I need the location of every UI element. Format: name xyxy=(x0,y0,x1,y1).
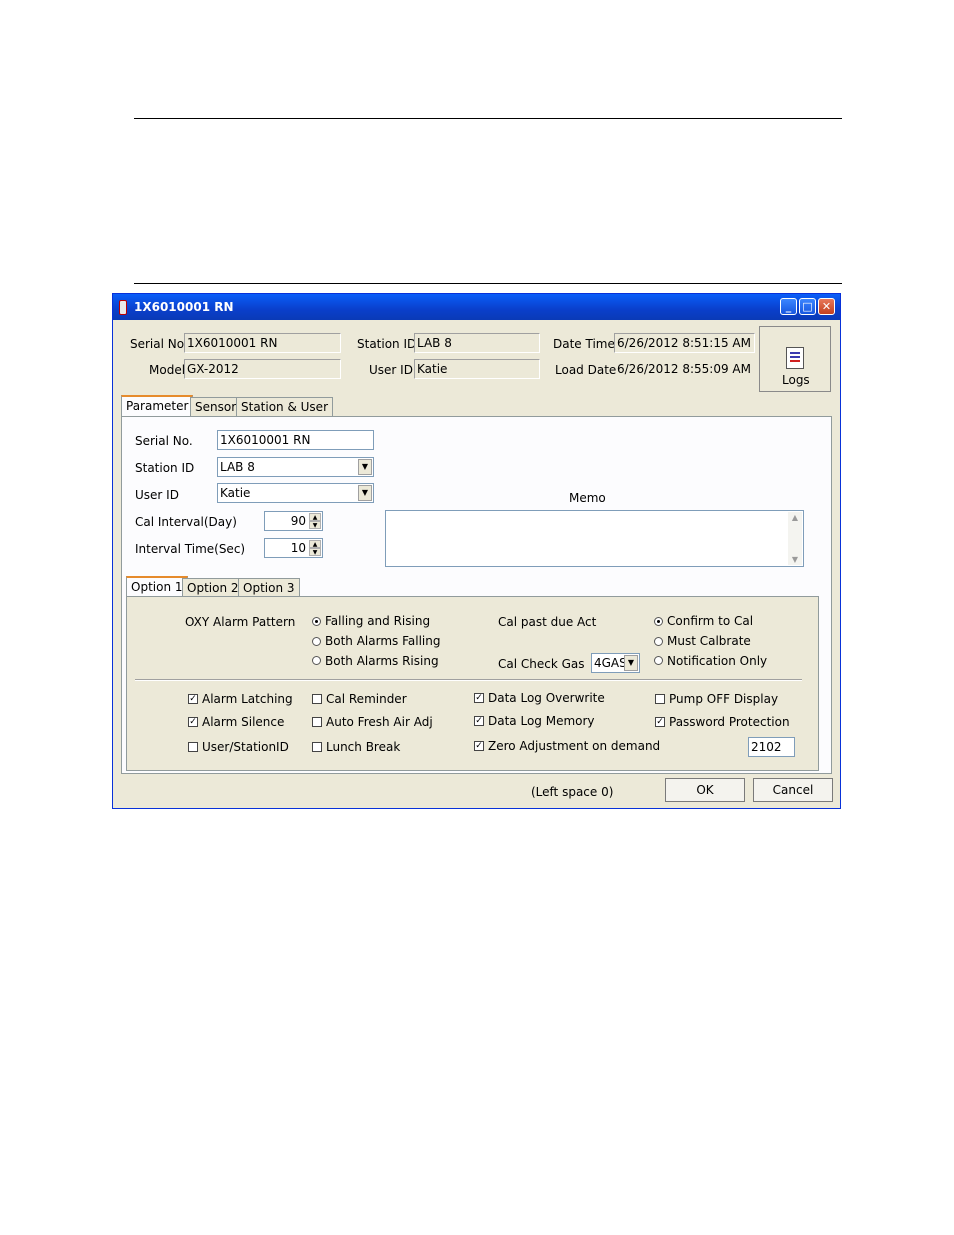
header-loaddate-value: 6/26/2012 8:55:09 AM xyxy=(617,362,751,376)
checkbox-label: Alarm Latching xyxy=(202,692,293,706)
logs-label: Logs xyxy=(782,373,810,387)
param-user-select[interactable]: Katie ▼ xyxy=(217,483,374,503)
checkbox-label: Zero Adjustment on demand xyxy=(488,739,661,753)
user-station-id-checkbox[interactable] xyxy=(188,742,198,752)
cal-interval-label: Cal Interval(Day) xyxy=(135,515,237,529)
cal-past-option-label: Notification Only xyxy=(667,654,768,668)
checkbox-label: Data Log Memory xyxy=(488,714,595,728)
lunch-break-checkbox[interactable] xyxy=(312,742,322,752)
top-rule-2 xyxy=(134,283,842,284)
memo-scrollbar[interactable] xyxy=(788,512,802,565)
header-user-label: User ID xyxy=(369,363,413,377)
cal-past-due-label: Cal past due Act xyxy=(498,615,597,629)
interval-time-stepper[interactable]: 10 ▲ ▼ xyxy=(264,538,323,558)
oxy-radio-both-falling[interactable] xyxy=(312,637,321,646)
param-serial-label: Serial No. xyxy=(135,434,193,448)
oxy-alarm-label: OXY Alarm Pattern xyxy=(185,615,296,629)
ok-button[interactable]: OK xyxy=(665,778,745,802)
cal-check-gas-select[interactable]: 4GAS ▼ xyxy=(591,653,640,673)
param-station-label: Station ID xyxy=(135,461,195,475)
checkbox-label: Data Log Overwrite xyxy=(488,691,605,705)
pump-off-display-checkbox[interactable] xyxy=(655,694,665,704)
header-station-label: Station ID xyxy=(357,337,417,351)
cancel-button[interactable]: Cancel xyxy=(753,778,833,802)
chevron-down-icon[interactable]: ▼ xyxy=(358,485,372,501)
param-serial-input[interactable]: 1X6010001 RN xyxy=(217,430,374,450)
memo-textarea[interactable] xyxy=(385,510,804,567)
cal-interval-stepper[interactable]: 90 ▲ ▼ xyxy=(264,511,323,531)
tab-sensor[interactable]: Sensor xyxy=(190,397,242,417)
cal-past-radio-notification[interactable] xyxy=(654,656,663,665)
top-rule-1 xyxy=(134,118,842,119)
header-datetime-label: Date Time xyxy=(553,337,615,351)
auto-fresh-air-checkbox[interactable] xyxy=(312,717,322,727)
interval-time-value: 10 xyxy=(290,541,306,555)
param-user-label: User ID xyxy=(135,488,179,502)
header-datetime-field: 6/26/2012 8:51:15 AM xyxy=(614,333,755,353)
interval-time-label: Interval Time(Sec) xyxy=(135,542,246,556)
cal-past-option-label: Must Calbrate xyxy=(667,634,751,648)
options-separator xyxy=(135,679,802,681)
cal-past-radio-must[interactable] xyxy=(654,637,663,646)
alarm-latching-checkbox[interactable]: ✓ xyxy=(188,694,198,704)
cal-check-gas-label: Cal Check Gas xyxy=(498,657,585,671)
checkbox-label: Auto Fresh Air Adj xyxy=(326,715,433,729)
app-icon xyxy=(119,300,127,315)
checkbox-label: Cal Reminder xyxy=(326,692,407,706)
logbook-icon xyxy=(786,347,804,369)
maximize-button[interactable]: □ xyxy=(799,298,816,315)
checkbox-label: Lunch Break xyxy=(326,740,401,754)
oxy-radio-falling-rising[interactable] xyxy=(312,617,321,626)
oxy-option-label: Both Alarms Rising xyxy=(325,654,439,668)
chevron-down-icon[interactable]: ▼ xyxy=(624,655,638,671)
window-title: 1X6010001 RN xyxy=(134,300,234,314)
header-station-field: LAB 8 xyxy=(414,333,540,353)
header-serial-field: 1X6010001 RN xyxy=(184,333,341,353)
dialog-window: 1X6010001 RN _ □ ✕ Serial No. 1X6010001 … xyxy=(112,293,841,809)
cal-reminder-checkbox[interactable] xyxy=(312,694,322,704)
header-loaddate-label: Load Date xyxy=(555,363,617,377)
param-station-value: LAB 8 xyxy=(220,460,255,474)
password-input[interactable]: 2102 xyxy=(748,737,795,757)
param-user-value: Katie xyxy=(220,486,251,500)
header-model-label: Model xyxy=(149,363,186,377)
cal-interval-value: 90 xyxy=(290,514,306,528)
cal-past-radio-confirm[interactable] xyxy=(654,617,663,626)
alarm-silence-checkbox[interactable]: ✓ xyxy=(188,717,198,727)
title-bar[interactable]: 1X6010001 RN _ □ ✕ xyxy=(113,294,840,320)
memo-label: Memo xyxy=(569,491,606,505)
zero-adjustment-checkbox[interactable]: ✓ xyxy=(474,741,484,751)
data-log-memory-checkbox[interactable]: ✓ xyxy=(474,716,484,726)
minimize-button[interactable]: _ xyxy=(780,298,797,315)
oxy-radio-both-rising[interactable] xyxy=(312,656,321,665)
oxy-option-label: Both Alarms Falling xyxy=(325,634,441,648)
tab-parameter[interactable]: Parameter xyxy=(121,395,194,417)
header-serial-label: Serial No. xyxy=(130,337,188,351)
checkbox-label: Password Protection xyxy=(669,715,790,729)
cal-check-gas-value: 4GAS xyxy=(594,656,627,670)
spin-arrows-icon[interactable]: ▲ ▼ xyxy=(309,513,321,529)
oxy-option-label: Falling and Rising xyxy=(325,614,431,628)
header-user-field: Katie xyxy=(414,359,540,379)
checkbox-label: Alarm Silence xyxy=(202,715,285,729)
tab-option-1[interactable]: Option 1 xyxy=(126,576,188,598)
tab-station-user[interactable]: Station & User xyxy=(236,397,333,417)
checkbox-label: User/StationID xyxy=(202,740,289,754)
left-space-status: (Left space 0) xyxy=(531,785,614,799)
password-protection-checkbox[interactable]: ✓ xyxy=(655,717,665,727)
cal-past-option-label: Confirm to Cal xyxy=(667,614,754,628)
tab-option-2[interactable]: Option 2 xyxy=(182,578,244,598)
tab-option-3[interactable]: Option 3 xyxy=(238,578,300,598)
param-station-select[interactable]: LAB 8 ▼ xyxy=(217,457,374,477)
data-log-overwrite-checkbox[interactable]: ✓ xyxy=(474,693,484,703)
close-button[interactable]: ✕ xyxy=(818,298,835,315)
header-model-field: GX-2012 xyxy=(184,359,341,379)
chevron-down-icon[interactable]: ▼ xyxy=(358,459,372,475)
spin-arrows-icon[interactable]: ▲ ▼ xyxy=(309,540,321,556)
checkbox-label: Pump OFF Display xyxy=(669,692,779,706)
logs-button[interactable]: Logs xyxy=(759,326,831,392)
